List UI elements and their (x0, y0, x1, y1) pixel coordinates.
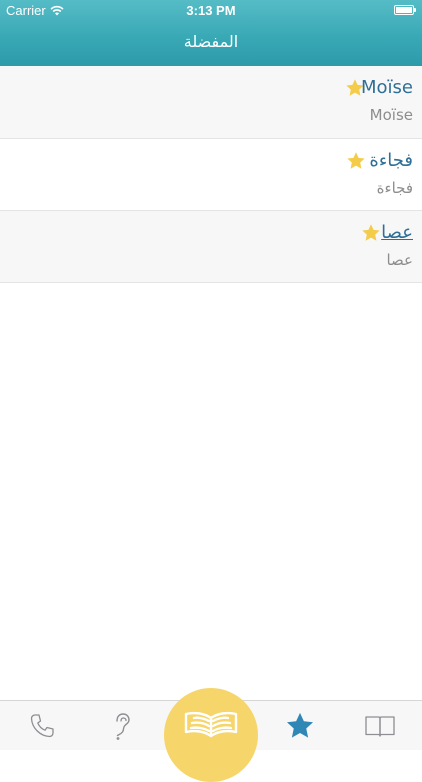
star-icon[interactable] (346, 151, 366, 171)
favorites-list: Moïse Moïse فجاءة فجاءة عصا عصا (0, 66, 422, 283)
item-title: عصا (381, 222, 413, 243)
star-icon (287, 712, 313, 738)
tab-dictionary[interactable] (338, 701, 422, 751)
status-bar: Carrier 3:13 PM (0, 0, 422, 22)
page-title: المفضلة (183, 32, 239, 51)
list-item[interactable]: عصا عصا (0, 211, 422, 283)
book-outline-icon (365, 716, 395, 737)
list-item[interactable]: Moïse Moïse (0, 66, 422, 139)
tab-favorites[interactable] (258, 701, 342, 751)
item-title: Moïse (361, 77, 413, 98)
item-subtitle: فجاءة (376, 179, 413, 197)
tab-contact[interactable] (0, 701, 84, 751)
status-time: 3:13 PM (186, 3, 236, 18)
phone-icon (30, 714, 54, 738)
star-icon[interactable] (361, 223, 381, 243)
item-title: فجاءة (369, 150, 413, 171)
tab-home-book[interactable] (164, 688, 258, 782)
list-item[interactable]: فجاءة فجاءة (0, 139, 422, 211)
battery-icon (394, 5, 416, 15)
header: Carrier 3:13 PM المفضلة (0, 0, 422, 66)
tab-help[interactable] (80, 701, 164, 751)
open-book-icon (184, 711, 238, 738)
ear-question-icon (116, 713, 130, 740)
item-subtitle: Moïse (369, 106, 413, 124)
item-subtitle: عصا (386, 251, 413, 269)
